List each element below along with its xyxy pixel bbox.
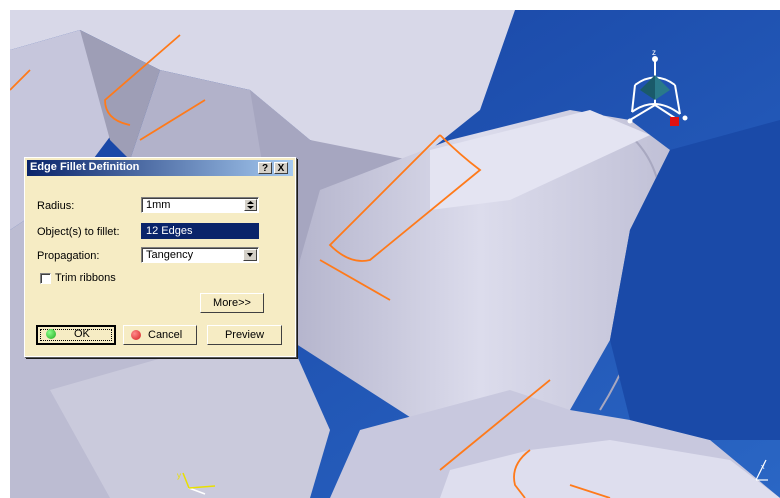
cancel-label: Cancel: [148, 329, 183, 341]
trim-ribbons-checkbox[interactable]: [40, 273, 51, 284]
spinner-arrows-icon: [247, 201, 254, 209]
propagation-dropdown-button[interactable]: [243, 249, 257, 261]
svg-text:y: y: [177, 471, 181, 480]
more-button[interactable]: More>>: [200, 293, 264, 313]
help-button[interactable]: ?: [258, 162, 272, 174]
radius-value: 1mm: [146, 199, 171, 211]
radius-input[interactable]: 1mm: [141, 197, 259, 213]
cancel-icon: [131, 330, 141, 340]
objects-label: Object(s) to fillet:: [37, 226, 120, 238]
compass-z-label: z: [652, 50, 656, 57]
propagation-select[interactable]: Tangency: [141, 247, 259, 263]
trim-ribbons-label: Trim ribbons: [55, 272, 116, 284]
preview-button[interactable]: Preview: [207, 325, 282, 345]
close-button[interactable]: X: [274, 162, 288, 174]
ok-label: OK: [74, 328, 90, 340]
ok-button[interactable]: OK: [36, 325, 116, 345]
propagation-label: Propagation:: [37, 250, 100, 262]
svg-text:x: x: [761, 464, 765, 471]
propagation-value: Tangency: [146, 249, 194, 261]
radius-label: Radius:: [37, 200, 75, 212]
objects-to-fillet-field[interactable]: 12 Edges: [141, 223, 259, 239]
dialog-titlebar[interactable]: Edge Fillet Definition ? X: [27, 160, 293, 176]
cancel-button[interactable]: Cancel: [123, 325, 197, 345]
compass-icon[interactable]: z: [620, 50, 690, 140]
dialog-title: Edge Fillet Definition: [30, 161, 140, 173]
radius-spinner[interactable]: [244, 199, 257, 211]
edge-fillet-dialog: Edge Fillet Definition ? X Radius: 1mm O…: [24, 157, 296, 357]
ok-icon: [46, 329, 56, 339]
mini-axis-icon: x: [755, 459, 768, 481]
axis-triad-icon: y: [177, 471, 216, 495]
chevron-down-icon: [247, 253, 253, 257]
